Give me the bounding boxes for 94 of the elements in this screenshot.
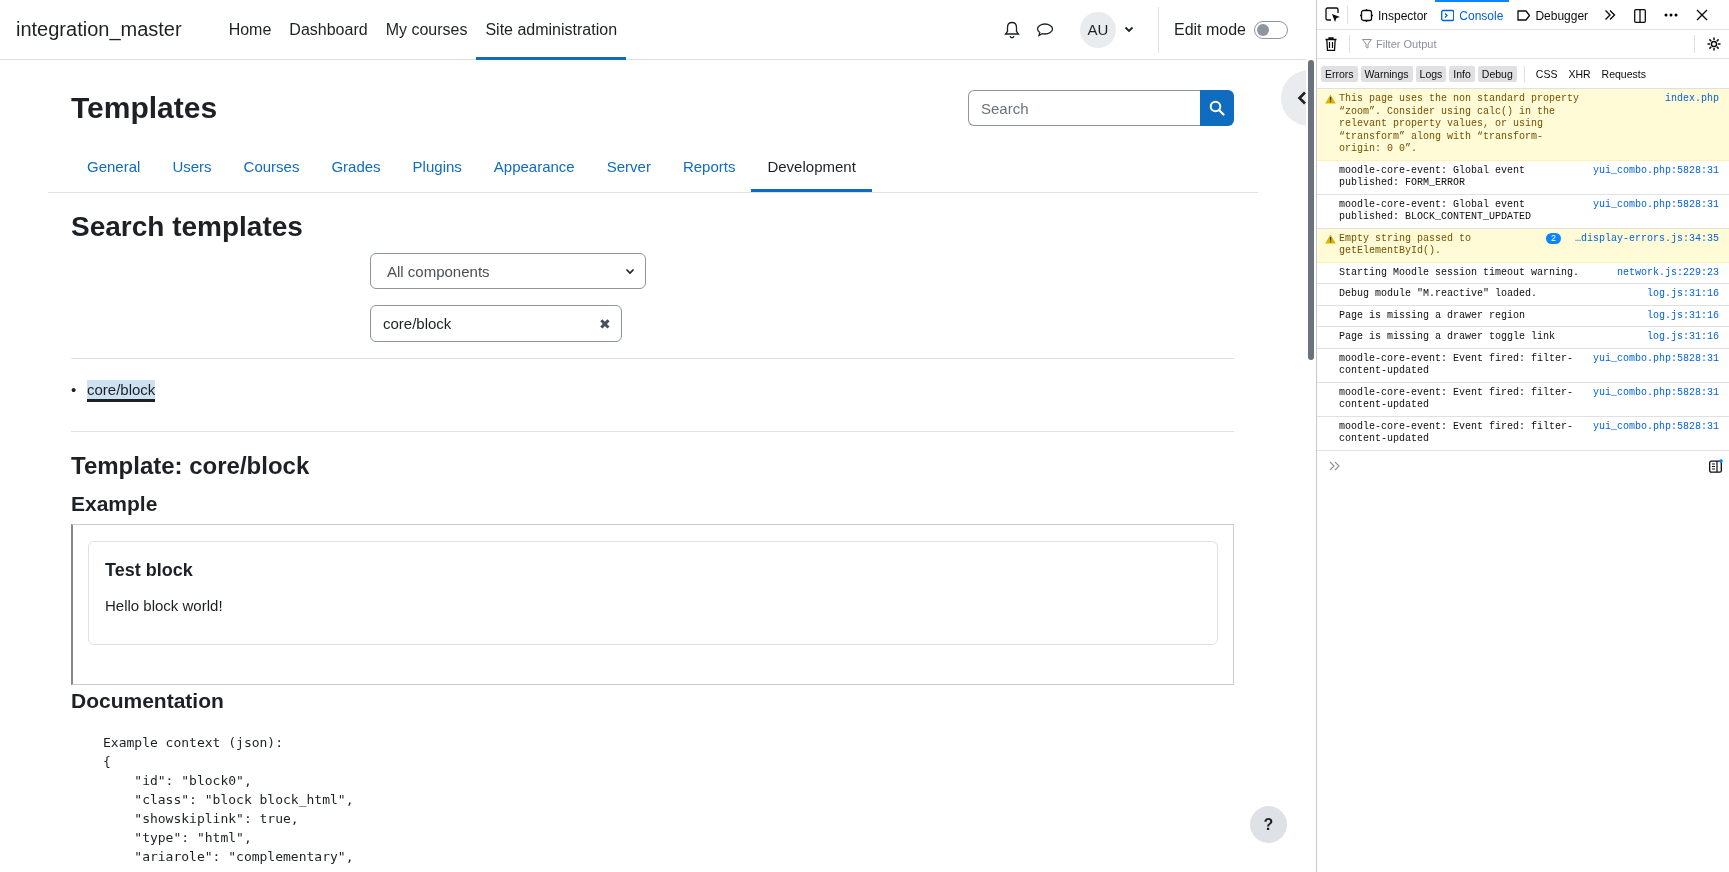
admin-tab[interactable]: Courses: [227, 146, 316, 192]
message-text: moodle-core-event: Event fired: filter-content-updated: [1339, 420, 1575, 446]
nav-link[interactable]: Site administration: [476, 0, 627, 60]
source-link[interactable]: index.php: [1657, 93, 1719, 106]
help-button[interactable]: ?: [1250, 806, 1287, 843]
message-text: moodle-core-event: Event fired: filter-content-updated: [1339, 386, 1575, 412]
caret-icon[interactable]: [1123, 26, 1134, 33]
source-link[interactable]: yui_combo.php:5828:31: [1584, 386, 1719, 399]
search-button[interactable]: [1200, 90, 1234, 126]
admin-tab[interactable]: Reports: [666, 146, 752, 192]
source-link[interactable]: yui_combo.php:5828:31: [1584, 420, 1719, 433]
bell-icon[interactable]: [1003, 20, 1020, 39]
search-icon: [1209, 100, 1225, 116]
code-line: "showskiplink": true,: [133, 810, 300, 828]
admin-tab[interactable]: Plugins: [396, 146, 478, 192]
debugger-icon: [1517, 9, 1531, 22]
source-link[interactable]: log.js:31:16: [1639, 331, 1719, 344]
element-picker-icon[interactable]: [1325, 6, 1341, 23]
devtools-tab[interactable]: Debugger: [1511, 0, 1595, 29]
message-text: moodle-core-event: Global event published: BLOCK_CONTENT_UPDATED: [1339, 198, 1533, 224]
log-filter-button[interactable]: XHR: [1564, 65, 1595, 82]
log-filter-button[interactable]: Warnings: [1360, 65, 1413, 82]
template-filter-field[interactable]: core/block ✖: [370, 305, 622, 342]
admin-tab[interactable]: Users: [156, 146, 228, 192]
source-link[interactable]: log.js:31:16: [1639, 309, 1719, 322]
template-title: Template: core/block: [71, 452, 311, 480]
log-filter-button[interactable]: CSS: [1531, 65, 1562, 82]
code-line: {: [103, 753, 112, 771]
edit-mode-label: Edit mode: [1173, 20, 1246, 39]
message-text: Debug module "M.reactive" loaded.: [1339, 288, 1539, 301]
scrollbar-thumb[interactable]: [1308, 60, 1314, 360]
code-line: "type": "html",: [133, 829, 253, 847]
source-link[interactable]: yui_combo.php:5828:31: [1584, 164, 1719, 177]
inspector-icon: [1360, 9, 1373, 22]
code-line: "class": "block block_html",: [133, 791, 355, 809]
source-link[interactable]: yui_combo.php:5828:31: [1584, 198, 1719, 211]
dock-icon[interactable]: [1634, 6, 1647, 23]
message-text: Empty string passed to getElementById().: [1339, 232, 1473, 258]
log-filter-button[interactable]: Logs: [1415, 65, 1447, 82]
double-chevron-icon[interactable]: [1604, 8, 1617, 21]
section-title: Search templates: [71, 211, 304, 243]
warning-icon: [1325, 94, 1336, 104]
console-icon: [1441, 9, 1455, 22]
admin-tab[interactable]: Appearance: [477, 146, 591, 192]
sidebar-toggle-icon[interactable]: [1709, 458, 1723, 473]
log-filter-button[interactable]: Info: [1449, 65, 1475, 82]
block-text: Hello block world!: [105, 597, 224, 614]
documentation-heading: Documentation: [71, 689, 225, 713]
code-line: Example context (json):: [103, 734, 284, 752]
example-heading: Example: [71, 492, 159, 516]
chevron-left-icon: [1297, 91, 1306, 105]
template-link[interactable]: core/block: [87, 380, 156, 402]
source-link[interactable]: log.js:31:16: [1639, 288, 1719, 301]
log-filter-button[interactable]: Errors: [1321, 65, 1358, 82]
site-name[interactable]: integration_master: [16, 18, 182, 41]
devtools-tab[interactable]: Console: [1435, 0, 1510, 29]
devtools-tab[interactable]: Inspector: [1354, 0, 1434, 29]
nav-link[interactable]: Dashboard: [280, 0, 377, 60]
funnel-icon: [1362, 39, 1372, 49]
speech-bubble-icon[interactable]: [1035, 21, 1054, 38]
repeat-count: 2: [1545, 232, 1561, 244]
close-icon[interactable]: [1696, 8, 1709, 21]
source-link[interactable]: yui_combo.php:5828:31: [1584, 352, 1719, 365]
message-text: Starting Moodle session timeout warning.: [1339, 266, 1581, 279]
code-line: "ariarole": "complementary",: [133, 848, 355, 866]
source-link[interactable]: network.js:229:23: [1608, 266, 1719, 279]
admin-tab[interactable]: General: [71, 146, 157, 192]
message-text: moodle-core-event: Global event published: FORM_ERROR: [1339, 164, 1527, 190]
log-filter-button[interactable]: Requests: [1597, 65, 1650, 82]
caret-icon: [625, 267, 635, 275]
message-text: Page is missing a drawer toggle link: [1339, 331, 1557, 344]
nav-link[interactable]: Home: [219, 0, 281, 60]
code-line: "id": "block0",: [133, 772, 253, 790]
admin-tab[interactable]: Grades: [315, 146, 397, 192]
list-bullet: •: [71, 381, 78, 398]
clear-button[interactable]: ✖: [599, 315, 611, 332]
more-icon[interactable]: [1664, 12, 1679, 17]
block-title: Test block: [105, 560, 194, 581]
nav-link[interactable]: My courses: [376, 0, 477, 60]
message-text: Page is missing a drawer region: [1339, 309, 1527, 322]
log-filter-button[interactable]: Debug: [1477, 65, 1517, 82]
admin-tab[interactable]: Server: [590, 146, 667, 192]
user-avatar[interactable]: AU: [1079, 11, 1116, 48]
message-text: This page uses the non standard property “zoom”. Consider using calc() in the relevant property values, or using “transform” along with “transform-origin: 0 0”.: [1339, 93, 1581, 156]
page-title: Templates: [71, 91, 218, 125]
component-select[interactable]: All components: [370, 253, 646, 289]
search-field[interactable]: Search: [968, 90, 1200, 126]
trash-icon[interactable]: [1325, 37, 1337, 51]
settings-icon[interactable]: [1707, 37, 1721, 51]
source-link[interactable]: …display-errors.js:34:35: [1566, 232, 1719, 245]
warning-icon: [1325, 233, 1336, 244]
admin-tab[interactable]: Development: [751, 146, 872, 192]
message-text: moodle-core-event: Event fired: filter-content-updated: [1339, 352, 1575, 378]
prompt-icon: [1329, 460, 1341, 471]
